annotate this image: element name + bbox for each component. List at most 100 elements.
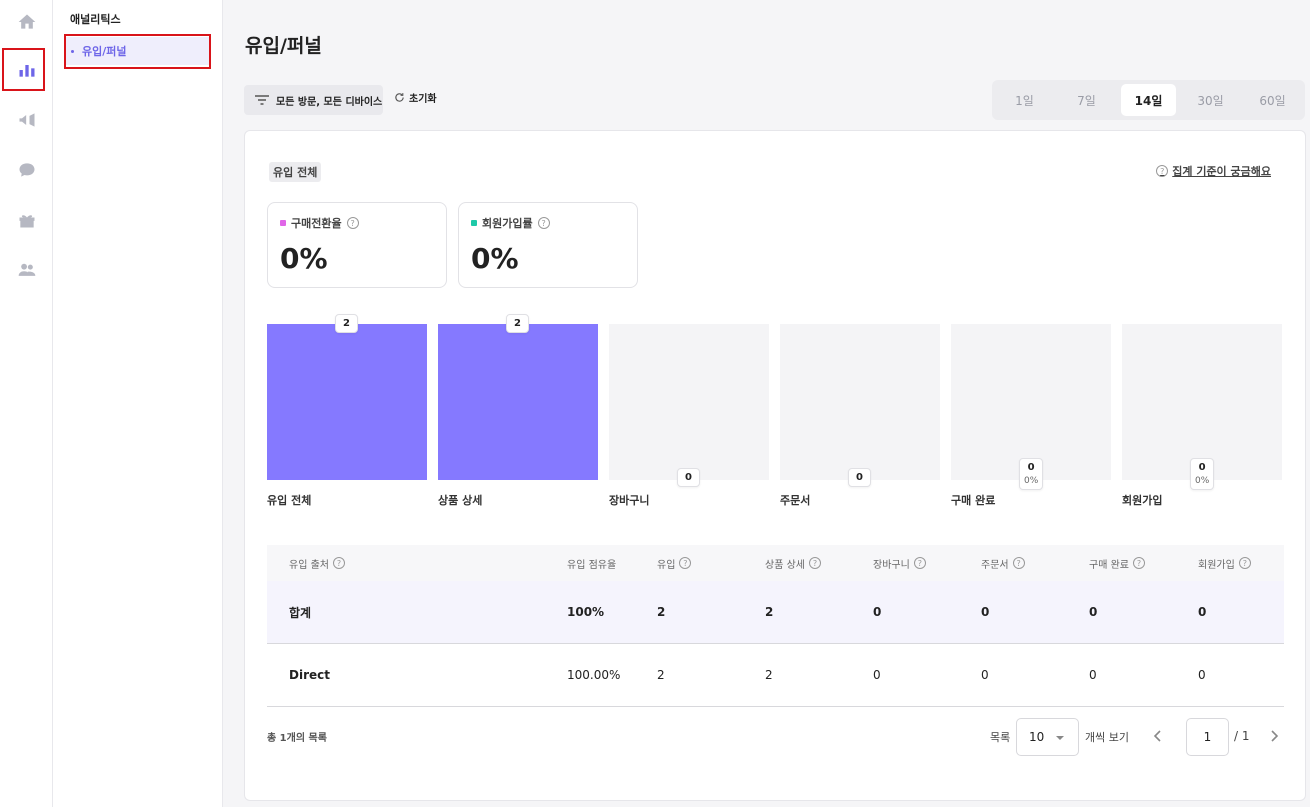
table-cell: 100% <box>567 605 605 619</box>
column-header-label: 유입 점유율 <box>567 559 617 571</box>
chat-bubble-icon[interactable] <box>0 148 53 192</box>
table-cell: 2 <box>657 668 665 682</box>
range-option-60d[interactable]: 60일 <box>1245 84 1300 116</box>
funnel-value-label: 0 0% <box>1190 458 1215 490</box>
column-header: 유입 점유율 <box>567 545 616 581</box>
funnel-percent: 0% <box>1195 476 1210 486</box>
kpi-value: 0% <box>471 242 519 275</box>
funnel-value: 0 <box>685 472 692 483</box>
funnel-value: 0 <box>1198 462 1206 473</box>
kpi-label-text: 구매전환율 <box>291 217 342 230</box>
rail-selection-highlight <box>2 48 45 91</box>
section-label: 유입 전체 <box>269 162 322 182</box>
table-cell: 0 <box>1089 605 1098 619</box>
range-option-30d[interactable]: 30일 <box>1183 84 1238 116</box>
kpi-purchase-conversion: 구매전환율 ? 0% <box>267 202 447 288</box>
column-header: 회원가입? <box>1198 545 1251 581</box>
criteria-link-label: 집계 기준이 궁금해요 <box>1172 165 1271 178</box>
page-total: / 1 <box>1234 729 1250 743</box>
range-option-1d[interactable]: 1일 <box>997 84 1052 116</box>
table-cell: 0 <box>1089 668 1097 682</box>
kpi-signup-rate: 회원가입률 ? 0% <box>458 202 638 288</box>
help-icon[interactable]: ? <box>679 557 692 569</box>
table-total-row: 합계 100% 2 2 0 0 0 0 <box>267 581 1284 644</box>
help-icon[interactable]: ? <box>1238 557 1251 569</box>
funnel-step-background <box>1122 324 1282 480</box>
funnel-value-label: 2 <box>335 314 358 333</box>
help-icon[interactable]: ? <box>1132 557 1145 569</box>
criteria-help-link[interactable]: ? 집계 기준이 궁금해요 <box>1156 163 1271 179</box>
column-header-label: 장바구니 <box>873 559 910 571</box>
funnel-step-background <box>951 324 1111 480</box>
page-number-input[interactable] <box>1186 718 1229 756</box>
help-icon[interactable]: ? <box>346 217 359 229</box>
sub-sidebar: 애널리틱스 유입/퍼널 <box>53 0 223 807</box>
funnel-value: 0 <box>1027 462 1035 473</box>
chevron-right-icon <box>1271 730 1279 742</box>
table-cell: 0 <box>873 605 882 619</box>
column-header: 구매 완료? <box>1089 545 1145 581</box>
help-icon[interactable]: ? <box>808 557 821 569</box>
home-icon[interactable] <box>0 0 53 44</box>
kpi-value: 0% <box>280 242 328 275</box>
next-page-button[interactable] <box>1267 729 1281 743</box>
funnel-step-label: 상품 상세 <box>438 494 483 507</box>
icon-rail <box>0 0 53 807</box>
per-page-label: 개씩 보기 <box>1085 731 1129 744</box>
range-option-14d[interactable]: 14일 <box>1121 84 1176 116</box>
gift-icon[interactable] <box>0 198 53 242</box>
funnel-value-label: 0 <box>848 468 871 487</box>
column-header: 유입? <box>657 545 692 581</box>
filter-icon <box>255 95 269 105</box>
funnel-step-label: 유입 전체 <box>267 494 312 507</box>
funnel-bar[interactable] <box>267 324 427 480</box>
funnel-bar[interactable] <box>438 324 598 480</box>
table-row[interactable]: Direct 100.00% 2 2 0 0 0 0 <box>267 644 1284 707</box>
funnel-value: 2 <box>514 318 521 329</box>
funnel-step-background <box>780 324 940 480</box>
chevron-down-icon <box>1056 736 1064 740</box>
help-icon[interactable]: ? <box>537 217 550 229</box>
table-cell: Direct <box>289 668 330 682</box>
funnel-step-label: 주문서 <box>780 494 811 507</box>
funnel-value: 2 <box>343 318 350 329</box>
refresh-icon <box>395 93 404 102</box>
subnav-selection-highlight <box>64 34 211 69</box>
column-header-label: 회원가입 <box>1198 559 1235 571</box>
table-cell: 0 <box>981 668 989 682</box>
chevron-left-icon <box>1153 730 1161 742</box>
table-cell: 0 <box>1198 668 1206 682</box>
funnel-value: 0 <box>856 472 863 483</box>
page-size-value: 10 <box>1029 730 1045 744</box>
table-cell: 0 <box>1198 605 1207 619</box>
table-header: 유입 출처? 유입 점유율 유입? 상품 상세? 장바구니? 주문서? 구매 완… <box>267 545 1284 581</box>
legend-square-icon <box>280 220 286 226</box>
funnel-step-label: 회원가입 <box>1122 494 1163 507</box>
help-icon: ? <box>1156 165 1169 177</box>
funnel-step-label: 구매 완료 <box>951 494 996 507</box>
reset-button[interactable]: 초기화 <box>394 90 437 105</box>
legend-square-icon <box>471 220 477 226</box>
column-header-label: 유입 출처 <box>289 559 329 571</box>
column-header-label: 유입 <box>657 559 676 571</box>
table-cell: 0 <box>873 668 881 682</box>
source-table: 유입 출처? 유입 점유율 유입? 상품 상세? 장바구니? 주문서? 구매 완… <box>267 545 1284 707</box>
funnel-percent: 0% <box>1024 476 1039 486</box>
prev-page-button[interactable] <box>1151 729 1165 743</box>
range-option-7d[interactable]: 7일 <box>1059 84 1114 116</box>
help-icon[interactable]: ? <box>913 557 926 569</box>
column-header: 상품 상세? <box>765 545 821 581</box>
date-range-selector: 1일 7일 14일 30일 60일 <box>992 80 1305 120</box>
table-cell: 2 <box>765 605 774 619</box>
megaphone-icon[interactable] <box>0 98 53 142</box>
filter-button[interactable]: 모든 방문, 모든 디바이스 <box>244 85 383 115</box>
users-icon[interactable] <box>0 248 53 292</box>
page-size-select[interactable]: 10 <box>1016 718 1079 756</box>
help-icon[interactable]: ? <box>332 557 345 569</box>
table-cell: 0 <box>981 605 990 619</box>
table-cell: 합계 <box>289 605 312 620</box>
help-icon[interactable]: ? <box>1012 557 1025 569</box>
kpi-label: 구매전환율 ? <box>280 215 359 231</box>
column-header: 주문서? <box>981 545 1025 581</box>
subnav-title: 애널리틱스 <box>70 13 121 26</box>
